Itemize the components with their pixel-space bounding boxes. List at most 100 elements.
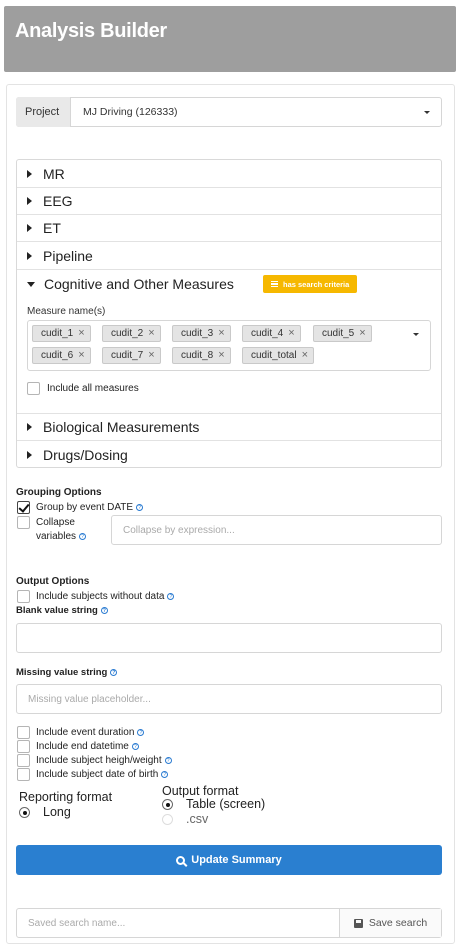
end-datetime-label: Include end datetime?	[36, 741, 139, 752]
blank-value-input[interactable]	[16, 623, 442, 653]
tag-label: cudit_4	[251, 328, 284, 339]
tag-label: cudit_2	[111, 328, 144, 339]
collapse-checkbox[interactable]	[17, 516, 30, 529]
remove-icon[interactable]: ×	[288, 328, 294, 339]
section-mr[interactable]: MR	[17, 160, 441, 188]
long-radio[interactable]	[19, 807, 30, 818]
grouping-title: Grouping Options	[16, 487, 102, 498]
chevron-down-icon[interactable]	[424, 111, 430, 114]
help-icon[interactable]: ?	[100, 607, 108, 614]
blank-value-label: Blank value string?	[16, 605, 108, 616]
remove-icon[interactable]: ×	[78, 350, 84, 361]
help-icon[interactable]: ?	[79, 533, 87, 540]
collapse-expression-input[interactable]: Collapse by expression...	[111, 515, 442, 545]
project-label: Project	[16, 97, 71, 127]
measure-tag: cudit_8 ×	[172, 347, 231, 364]
tag-label: cudit_7	[111, 350, 144, 361]
section-label: Drugs/Dosing	[43, 447, 128, 463]
badge-label: has search criteria	[283, 279, 350, 289]
section-label: Cognitive and Other Measures	[44, 276, 234, 292]
remove-icon[interactable]: ×	[218, 328, 224, 339]
project-select[interactable]: Project MJ Driving (126333)	[16, 97, 442, 127]
measure-tag: cudit_4 ×	[242, 325, 301, 342]
missing-value-label: Missing value string?	[16, 667, 118, 678]
section-eeg[interactable]: EEG	[17, 187, 441, 215]
include-subjects-checkbox[interactable]	[17, 590, 30, 603]
measure-tag: cudit_3 ×	[172, 325, 231, 342]
reporting-format-title: Reporting format	[19, 790, 113, 804]
remove-icon[interactable]: ×	[148, 328, 154, 339]
search-icon	[176, 855, 186, 865]
help-icon[interactable]: ?	[131, 743, 139, 750]
event-duration-checkbox[interactable]	[17, 726, 30, 739]
caret-right-icon	[27, 451, 32, 459]
event-duration-label: Include event duration?	[36, 727, 145, 738]
help-icon[interactable]: ?	[136, 504, 144, 511]
tag-label: cudit_3	[181, 328, 214, 339]
measure-tag: cudit_total ×	[242, 347, 315, 364]
app-header: Analysis Builder	[4, 6, 456, 72]
output-title: Output Options	[16, 576, 90, 587]
group-by-date-checkbox[interactable]	[17, 501, 30, 514]
height-weight-checkbox[interactable]	[17, 754, 30, 767]
remove-icon[interactable]: ×	[359, 328, 365, 339]
help-icon[interactable]: ?	[167, 593, 175, 600]
measure-tag: cudit_7 ×	[102, 347, 161, 364]
section-label: Pipeline	[43, 247, 93, 264]
section-pipeline[interactable]: Pipeline	[17, 242, 441, 270]
caret-right-icon	[27, 196, 32, 205]
save-search-group: Saved search name... Save search	[16, 908, 442, 938]
help-icon[interactable]: ?	[110, 669, 118, 676]
caret-down-icon	[27, 281, 35, 287]
page-title: Analysis Builder	[15, 20, 167, 42]
missing-value-text: Missing value string	[16, 667, 108, 678]
section-biological[interactable]: Biological Measurements	[17, 413, 441, 441]
update-summary-label: Update Summary	[191, 854, 282, 866]
height-weight-label: Include subject heigh/weight?	[36, 755, 172, 766]
help-icon[interactable]: ?	[161, 771, 169, 778]
option-text: Include subject heigh/weight	[36, 755, 162, 766]
include-all-checkbox[interactable]	[27, 382, 40, 395]
update-summary-button[interactable]: Update Summary	[16, 845, 442, 875]
table-radio[interactable]	[162, 799, 173, 810]
caret-right-icon	[27, 169, 32, 178]
csv-radio[interactable]	[162, 814, 173, 825]
caret-right-icon	[27, 223, 32, 232]
remove-icon[interactable]: ×	[302, 350, 308, 361]
tag-label: cudit_total	[251, 350, 297, 361]
csv-label: .csv	[186, 812, 209, 826]
include-all-label: Include all measures	[47, 383, 139, 394]
table-label: Table (screen)	[186, 797, 266, 811]
section-et[interactable]: ET	[17, 214, 441, 242]
remove-icon[interactable]: ×	[78, 328, 84, 339]
measure-tag: cudit_1 ×	[32, 325, 91, 342]
project-value[interactable]: MJ Driving (126333)	[71, 98, 441, 126]
option-text: Include event duration	[36, 727, 135, 738]
remove-icon[interactable]: ×	[148, 350, 154, 361]
measure-tag: cudit_2 ×	[102, 325, 161, 342]
measure-name-label: Measure name(s)	[27, 306, 106, 317]
help-icon[interactable]: ?	[164, 757, 172, 764]
section-cognitive[interactable]: Cognitive and Other Measures has search …	[17, 269, 441, 299]
include-subjects-label: Include subjects without data?	[36, 591, 175, 602]
tag-label: cudit_5	[322, 328, 355, 339]
help-icon[interactable]: ?	[137, 729, 145, 736]
floppy-disk-icon	[353, 918, 363, 928]
option-text: Include end datetime	[36, 741, 129, 752]
output-format-title: Output format	[162, 784, 239, 798]
save-search-label: Save search	[368, 917, 428, 929]
blank-value-text: Blank value string	[16, 605, 98, 616]
collapse-label-text: variables	[36, 531, 77, 542]
date-of-birth-label: Include subject date of birth?	[36, 769, 169, 780]
include-subjects-text: Include subjects without data	[36, 591, 165, 602]
remove-icon[interactable]: ×	[218, 350, 224, 361]
chevron-down-icon[interactable]	[413, 333, 419, 336]
date-of-birth-checkbox[interactable]	[17, 768, 30, 781]
measure-select[interactable]: cudit_1 × cudit_2 × cudit_3 × cudit_4 × cudi…	[27, 320, 431, 371]
missing-value-input[interactable]: Missing value placeholder...	[16, 684, 442, 714]
end-datetime-checkbox[interactable]	[17, 740, 30, 753]
group-by-date-text: Group by event DATE	[36, 502, 134, 513]
option-text: Include subject date of birth	[36, 769, 159, 780]
section-drugs[interactable]: Drugs/Dosing	[17, 441, 441, 469]
list-icon	[271, 280, 278, 288]
